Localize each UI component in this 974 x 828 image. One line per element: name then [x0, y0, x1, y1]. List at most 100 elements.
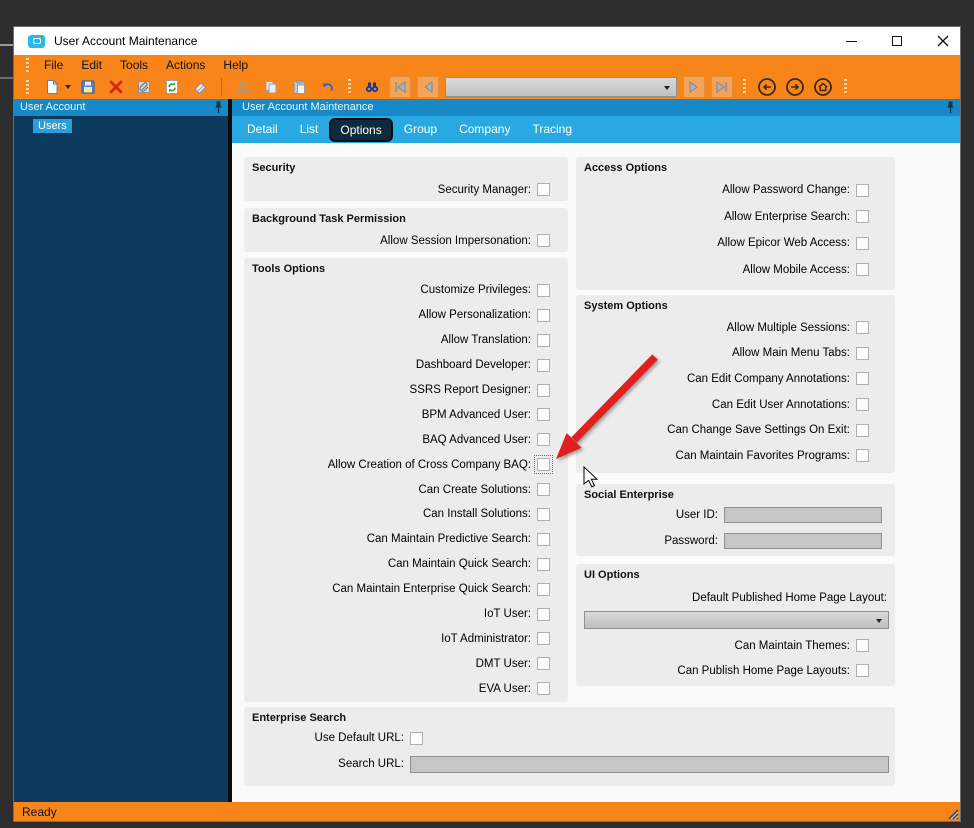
- new-dropdown-icon[interactable]: [65, 85, 71, 89]
- section-system-options: System Options Allow Multiple Sessions: A…: [576, 295, 895, 473]
- pin-icon[interactable]: [946, 101, 955, 114]
- toolbar-gripper[interactable]: [743, 79, 746, 95]
- clear-button[interactable]: [189, 76, 211, 98]
- iot-administrator-checkbox[interactable]: [537, 632, 550, 646]
- search-button[interactable]: [361, 76, 383, 98]
- can-edit-company-annotations-checkbox[interactable]: [856, 372, 869, 386]
- allow-main-menu-tabs-checkbox[interactable]: [856, 346, 869, 360]
- customize-privileges-label: Customize Privileges:: [420, 284, 531, 297]
- user-id-label: User ID:: [675, 509, 718, 521]
- record-navigator-combobox[interactable]: [445, 77, 677, 97]
- minimize-button[interactable]: [842, 31, 860, 51]
- can-maintain-quick-search-label: Can Maintain Quick Search:: [387, 558, 531, 571]
- default-published-home-page-layout-dropdown[interactable]: [584, 611, 889, 629]
- first-record-button[interactable]: [389, 76, 411, 98]
- new-button[interactable]: [41, 76, 63, 98]
- field-row: Allow Personalization:: [244, 303, 568, 328]
- attachments-button[interactable]: [133, 76, 155, 98]
- can-edit-user-annotations-checkbox[interactable]: [856, 398, 869, 412]
- section-security: Security Security Manager:: [244, 157, 568, 201]
- toolbar-gripper[interactable]: [844, 79, 847, 95]
- dmt-user-checkbox[interactable]: [537, 657, 550, 671]
- save-button[interactable]: [77, 76, 99, 98]
- close-button[interactable]: [934, 31, 952, 51]
- can-maintain-predictive-search-checkbox[interactable]: [537, 532, 550, 546]
- tab-tracing[interactable]: Tracing: [521, 116, 583, 143]
- can-install-solutions-checkbox[interactable]: [537, 507, 550, 521]
- forward-button[interactable]: [784, 76, 806, 98]
- delete-button[interactable]: [105, 76, 127, 98]
- user-id-input[interactable]: [724, 507, 882, 523]
- use-default-url-checkbox[interactable]: [410, 731, 423, 745]
- maximize-button[interactable]: [888, 31, 906, 51]
- resize-grip[interactable]: [945, 806, 959, 820]
- can-maintain-quick-search-checkbox[interactable]: [537, 557, 550, 571]
- tab-list[interactable]: List: [289, 116, 330, 143]
- tab-detail[interactable]: Detail: [236, 116, 289, 143]
- section-access-options: Access Options Allow Password Change: All…: [576, 157, 895, 290]
- toolbar-gripper[interactable]: [348, 79, 351, 95]
- tab-group[interactable]: Group: [393, 116, 448, 143]
- menu-item-edit[interactable]: Edit: [72, 55, 111, 75]
- can-change-save-settings-on-exit-label: Can Change Save Settings On Exit:: [667, 424, 850, 437]
- dashboard-developer-checkbox[interactable]: [537, 358, 550, 372]
- field-row: BPM Advanced User:: [244, 402, 568, 427]
- allow-creation-of-cross-company-baq-checkbox[interactable]: [534, 455, 553, 475]
- allow-personalization-checkbox[interactable]: [537, 308, 550, 322]
- password-input[interactable]: [724, 533, 882, 549]
- next-record-icon: [689, 81, 698, 93]
- status-bar: Ready: [14, 802, 960, 821]
- bpm-advanced-user-checkbox[interactable]: [537, 408, 550, 422]
- home-button[interactable]: [812, 76, 834, 98]
- eva-user-checkbox[interactable]: [537, 682, 550, 696]
- allow-password-change-checkbox[interactable]: [856, 183, 869, 197]
- undo-button[interactable]: [316, 76, 338, 98]
- can-maintain-themes-checkbox[interactable]: [856, 639, 869, 652]
- iot-user-checkbox[interactable]: [537, 607, 550, 621]
- ssrs-report-designer-checkbox[interactable]: [537, 383, 550, 397]
- cut-button[interactable]: [232, 76, 254, 98]
- allow-multiple-sessions-checkbox[interactable]: [856, 321, 869, 335]
- paste-button[interactable]: [288, 76, 310, 98]
- allow-mobile-access-checkbox[interactable]: [856, 263, 869, 277]
- pin-icon[interactable]: [214, 101, 223, 114]
- menu-gripper[interactable]: [26, 58, 29, 72]
- can-change-save-settings-on-exit-checkbox[interactable]: [856, 423, 869, 437]
- tab-company[interactable]: Company: [448, 116, 521, 143]
- menu-item-actions[interactable]: Actions: [157, 55, 214, 75]
- tree-item-users[interactable]: Users: [33, 119, 72, 133]
- cut-icon: [237, 81, 249, 94]
- can-publish-home-page-layouts-checkbox[interactable]: [856, 664, 869, 677]
- refresh-button[interactable]: [161, 76, 183, 98]
- last-record-button[interactable]: [711, 76, 733, 98]
- can-maintain-favorites-programs-checkbox[interactable]: [856, 449, 869, 463]
- allow-enterprise-search-checkbox[interactable]: [856, 210, 869, 224]
- menu-item-help[interactable]: Help: [214, 55, 257, 75]
- menu-item-tools[interactable]: Tools: [111, 55, 157, 75]
- baq-advanced-user-checkbox[interactable]: [537, 433, 550, 447]
- section-title: Tools Options: [252, 263, 326, 275]
- allow-translation-checkbox[interactable]: [537, 333, 550, 347]
- search-url-input[interactable]: [410, 755, 889, 773]
- menu-item-file[interactable]: File: [35, 55, 72, 75]
- can-create-solutions-checkbox[interactable]: [537, 483, 550, 497]
- tab-options[interactable]: Options: [329, 117, 393, 142]
- new-icon: [47, 80, 58, 94]
- customize-privileges-checkbox[interactable]: [537, 283, 550, 297]
- can-maintain-enterprise-quick-search-checkbox[interactable]: [537, 582, 550, 596]
- copy-button[interactable]: [260, 76, 282, 98]
- can-edit-company-annotations-label: Can Edit Company Annotations:: [686, 372, 850, 385]
- previous-record-button[interactable]: [417, 76, 439, 98]
- security-manager-checkbox[interactable]: [537, 183, 550, 196]
- field-row: Can Install Solutions:: [244, 502, 568, 527]
- allow-epicor-web-access-checkbox[interactable]: [856, 236, 869, 250]
- allow-session-impersonation-checkbox[interactable]: [537, 234, 550, 247]
- paste-icon: [293, 80, 305, 94]
- next-record-button[interactable]: [683, 76, 705, 98]
- use-default-url-label: Use Default URL:: [314, 732, 404, 744]
- toolbar-gripper[interactable]: [26, 80, 29, 94]
- section-social-enterprise: Social Enterprise User ID: Password:: [576, 484, 895, 556]
- back-button[interactable]: [756, 76, 778, 98]
- allow-creation-of-cross-company-baq-label: Allow Creation of Cross Company BAQ:: [327, 458, 531, 471]
- tab-strip: Detail List Options Group Company Tracing: [232, 116, 960, 143]
